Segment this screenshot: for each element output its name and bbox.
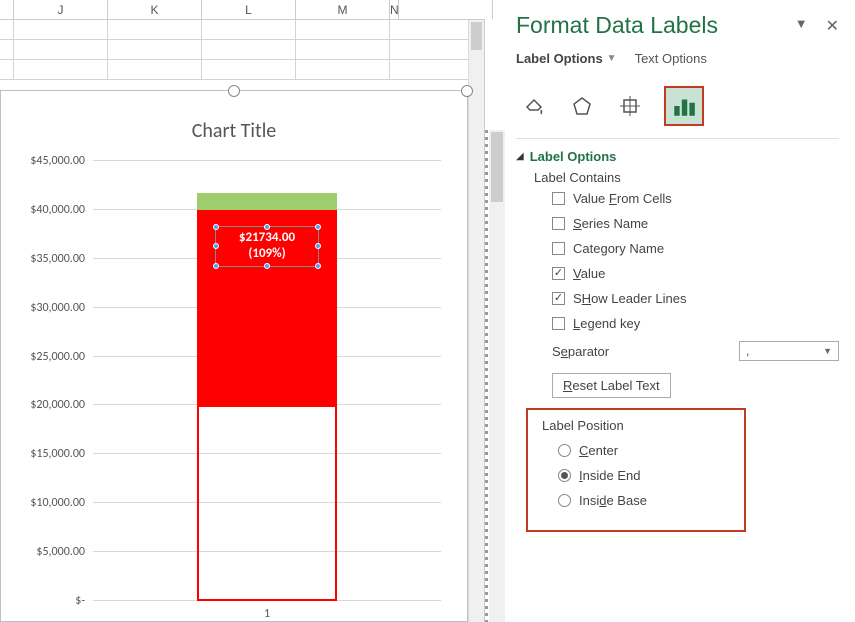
separator-select[interactable]: , ▼ (739, 341, 839, 361)
label-position-group: Label Position Center Inside End Inside … (526, 408, 746, 532)
pane-left-scrollbar[interactable] (489, 130, 505, 622)
selection-handle[interactable] (264, 263, 270, 269)
col-header-edge (0, 0, 14, 19)
label-options-icon[interactable] (664, 86, 704, 126)
y-axis-label: $30,000.00 (30, 301, 93, 315)
checkbox-icon: ✓ (552, 267, 565, 280)
radio-icon (558, 494, 571, 507)
grid-rows[interactable] (0, 20, 468, 80)
scrollbar-thumb[interactable] (491, 132, 503, 202)
pane-dropdown-icon[interactable]: ▼ (795, 16, 808, 36)
data-label-value: $21734.00 (222, 230, 312, 246)
radio-inside-base[interactable]: Inside Base (558, 493, 734, 508)
chevron-down-icon: ▼ (607, 53, 617, 64)
chart-resize-handle-top-right[interactable] (461, 85, 473, 97)
y-axis-label: $20,000.00 (30, 398, 93, 412)
worksheet-area: J K L M N Chart Title $- $5,000.00 $10,0… (0, 0, 485, 622)
radio-icon (558, 469, 571, 482)
x-axis-label: 1 (93, 607, 441, 621)
pane-title: Format Data Labels (516, 12, 718, 39)
y-axis-label: $25,000.00 (30, 350, 93, 364)
worksheet-vertical-scrollbar[interactable] (468, 20, 484, 622)
data-label-selected[interactable]: $21734.00 (109%) (215, 226, 319, 267)
bar-series-outline[interactable] (197, 405, 336, 601)
format-data-labels-pane: Format Data Labels ▼ ✕ Label Options ▼ T… (506, 0, 855, 622)
chart-object[interactable]: Chart Title $- $5,000.00 $10,000.00 $15,… (0, 90, 468, 622)
separator-label: Separator (552, 344, 609, 359)
size-properties-icon[interactable] (616, 92, 644, 120)
col-header-m[interactable]: M (296, 0, 390, 19)
chart-plot-area[interactable]: $- $5,000.00 $10,000.00 $15,000.00 $20,0… (93, 161, 441, 601)
reset-label-text-button[interactable]: Reset Label Text (552, 373, 671, 398)
selection-handle[interactable] (213, 224, 219, 230)
fill-line-icon[interactable] (520, 92, 548, 120)
chevron-down-icon: ▼ (823, 346, 832, 356)
checkbox-series-name[interactable]: Series Name (552, 216, 839, 231)
checkbox-value-from-cells[interactable]: Value From Cells (552, 191, 839, 206)
collapse-triangle-icon: ◢ (516, 151, 524, 162)
y-axis-label: $- (75, 594, 93, 608)
section-label-options[interactable]: ◢ Label Options (516, 149, 839, 164)
col-header-j[interactable]: J (14, 0, 108, 19)
checkbox-show-leader-lines[interactable]: ✓ SHow Leader Lines (552, 291, 839, 306)
y-axis-label: $10,000.00 (30, 496, 93, 510)
data-label-pct: (109%) (222, 246, 312, 262)
pane-close-icon[interactable]: ✕ (826, 16, 839, 36)
scrollbar-thumb[interactable] (471, 22, 482, 50)
tab-label-options[interactable]: Label Options ▼ (516, 51, 617, 66)
y-axis-label: $35,000.00 (30, 252, 93, 266)
radio-center[interactable]: Center (558, 443, 734, 458)
y-axis-label: $5,000.00 (36, 545, 93, 559)
y-axis-label: $45,000.00 (30, 154, 93, 168)
col-header-l[interactable]: L (202, 0, 296, 19)
radio-icon (558, 444, 571, 457)
checkbox-value[interactable]: ✓ Value (552, 266, 839, 281)
col-header-n[interactable]: N (390, 0, 399, 19)
tab-text-options[interactable]: Text Options (635, 51, 707, 66)
col-header-k[interactable]: K (108, 0, 202, 19)
label-position-heading: Label Position (542, 418, 734, 433)
radio-inside-end[interactable]: Inside End (558, 468, 734, 483)
selection-handle[interactable] (315, 263, 321, 269)
col-header-edge2 (399, 0, 493, 19)
pane-splitter[interactable] (485, 130, 488, 622)
checkbox-icon (552, 242, 565, 255)
selection-handle[interactable] (213, 243, 219, 249)
chart-resize-handle-top[interactable] (228, 85, 240, 97)
column-headers: J K L M N (0, 0, 484, 20)
checkbox-legend-key[interactable]: Legend key (552, 316, 839, 331)
y-axis-label: $15,000.00 (30, 447, 93, 461)
label-contains-heading: Label Contains (534, 170, 839, 185)
checkbox-icon (552, 192, 565, 205)
checkbox-icon: ✓ (552, 292, 565, 305)
selection-handle[interactable] (213, 263, 219, 269)
bar-series-green[interactable] (197, 193, 336, 210)
checkbox-icon (552, 317, 565, 330)
chart-title[interactable]: Chart Title (1, 119, 467, 143)
y-axis-label: $40,000.00 (30, 203, 93, 217)
effects-icon[interactable] (568, 92, 596, 120)
checkbox-category-name[interactable]: Category Name (552, 241, 839, 256)
checkbox-icon (552, 217, 565, 230)
